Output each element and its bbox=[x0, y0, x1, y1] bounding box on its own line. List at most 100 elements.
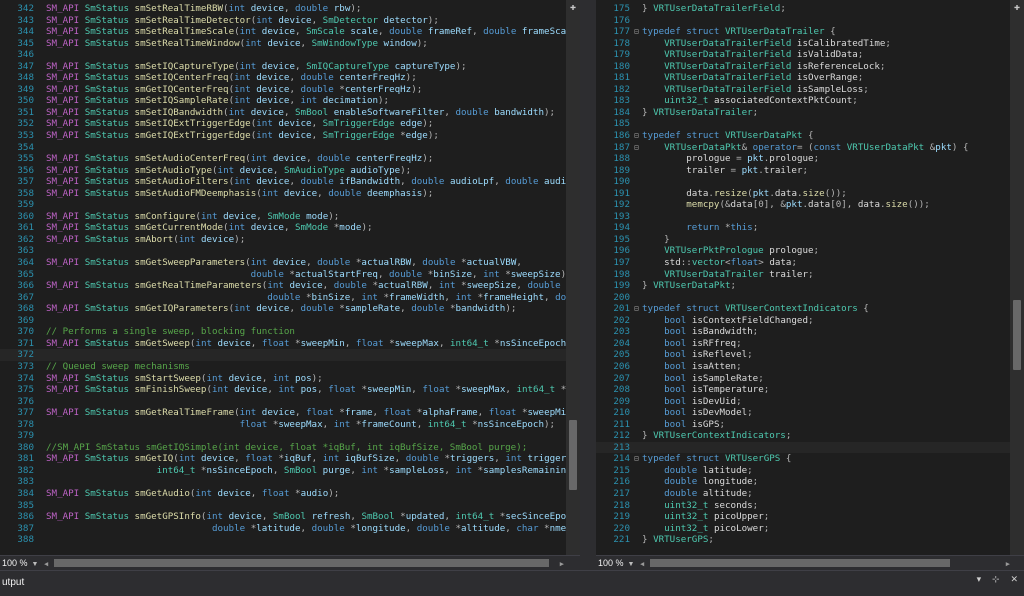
scroll-right-icon[interactable]: ▶ bbox=[560, 560, 564, 568]
left-code-line[interactable]: 382 int64_t *nsSinceEpoch, SmBool purge,… bbox=[0, 465, 580, 477]
left-hscroll-thumb[interactable] bbox=[54, 559, 549, 567]
left-code-line[interactable]: 355 SM_API SmStatus smSetAudioCenterFreq(… bbox=[0, 153, 566, 165]
left-code-line[interactable]: 344 SM_API SmStatus smSetRealTimeScale(in… bbox=[0, 26, 580, 38]
right-code-line[interactable]: 208 bool isTemperature; bbox=[596, 384, 1010, 396]
left-code-line[interactable]: 378 float *sweepMax, int *frameCount, in… bbox=[0, 419, 566, 431]
split-window-icon[interactable]: ✚ bbox=[1012, 3, 1022, 13]
left-vertical-scrollbar[interactable]: ✚ bbox=[566, 0, 580, 555]
editor-splitter[interactable] bbox=[580, 0, 596, 570]
scroll-left-icon[interactable]: ◀ bbox=[640, 560, 644, 568]
left-horizontal-scrollbar[interactable]: ◀ ▶ bbox=[44, 559, 564, 568]
right-code-line[interactable]: 216 double longitude; bbox=[596, 476, 1010, 488]
left-code-area[interactable]: 342 SM_API SmStatus smSetRealTimeRBW(int … bbox=[0, 3, 580, 546]
left-code-line[interactable]: 388 bbox=[0, 534, 566, 546]
left-code-line[interactable]: 350 SM_API SmStatus smSetIQSampleRate(int… bbox=[0, 95, 566, 107]
right-code-line[interactable]: 190 bbox=[596, 176, 1010, 188]
right-code-line[interactable]: 204 bool isRFfreq; bbox=[596, 338, 1010, 350]
right-code-line[interactable]: 192 memcpy(&data[0], &pkt.data[0], data.… bbox=[596, 199, 1010, 211]
right-code-line[interactable]: 207 bool isSampleRate; bbox=[596, 373, 1010, 385]
right-code-line[interactable]: 188 prologue = pkt.prologue; bbox=[596, 153, 1010, 165]
right-editor-pane[interactable]: 175} VRTUserDataTrailerField; 176 177 ⊟ type… bbox=[596, 0, 1024, 555]
collapse-icon[interactable]: ⊟ bbox=[634, 142, 642, 154]
right-code-line[interactable]: 197 std::vector<float> data; bbox=[596, 257, 1010, 269]
left-code-line[interactable]: 370 // Performs a single sweep, blocking … bbox=[0, 326, 566, 338]
left-code-line[interactable]: 379 bbox=[0, 430, 566, 442]
left-code-line[interactable]: 371 SM_API SmStatus smGetSweep(int device… bbox=[0, 338, 577, 350]
right-code-line[interactable]: 180 VRTUserDataTrailerField isReferenceL… bbox=[596, 61, 1010, 73]
right-code-line[interactable]: 179 VRTUserDataTrailerField isValidData; bbox=[596, 49, 1010, 61]
right-code-line[interactable]: 189 trailer = pkt.trailer; bbox=[596, 165, 1010, 177]
left-code-line[interactable]: 380 //SM_API SmStatus smGetIQSimple(int d… bbox=[0, 442, 566, 454]
left-code-line[interactable]: 362 SM_API SmStatus smAbort(int device); bbox=[0, 234, 566, 246]
left-code-line[interactable]: 367 double *binSize, int *frameWidth, in… bbox=[0, 292, 580, 304]
right-code-area[interactable]: 175} VRTUserDataTrailerField; 176 177 ⊟ type… bbox=[596, 3, 1010, 546]
right-code-line[interactable]: 211 bool isGPS; bbox=[596, 419, 1010, 431]
left-scroll-thumb[interactable] bbox=[569, 420, 577, 490]
left-code-line[interactable]: 381 SM_API SmStatus smGetIQ(int device, f… bbox=[0, 453, 580, 465]
right-code-line[interactable]: 183 uint32_t associatedContextPktCount; bbox=[596, 95, 1010, 107]
right-code-line[interactable]: 220 uint32_t picoLower; bbox=[596, 523, 1010, 535]
right-code-line[interactable]: 198 VRTUserDataTrailer trailer; bbox=[596, 269, 1010, 281]
left-code-line[interactable]: 368 SM_API SmStatus smGetIQParameters(int… bbox=[0, 303, 566, 315]
collapse-icon[interactable]: ⊟ bbox=[634, 130, 642, 142]
left-code-line[interactable]: 360 SM_API SmStatus smConfigure(int devic… bbox=[0, 211, 566, 223]
pin-icon[interactable]: ⊹ bbox=[992, 575, 1000, 585]
right-code-line[interactable]: 202 bool isContextFieldChanged; bbox=[596, 315, 1010, 327]
right-code-line[interactable]: 210 bool isDevModel; bbox=[596, 407, 1010, 419]
right-code-line[interactable]: 177 ⊟ typedef struct VRTUserDataTrailer { bbox=[596, 26, 1010, 38]
left-code-line[interactable]: 358 SM_API SmStatus smSetAudioFMDeemphasi… bbox=[0, 188, 566, 200]
left-code-line[interactable]: 357 SM_API SmStatus smSetAudioFilters(int… bbox=[0, 176, 580, 188]
right-code-line[interactable]: 203 bool isBandwidth; bbox=[596, 326, 1010, 338]
left-code-line[interactable]: 372 bbox=[0, 349, 566, 361]
left-code-line[interactable]: 365 double *actualStartFreq, double *bin… bbox=[0, 269, 571, 281]
left-zoom-dropdown[interactable]: 100 % ▼ bbox=[2, 557, 38, 569]
right-code-line[interactable]: 185 bbox=[596, 118, 1010, 130]
split-window-icon[interactable]: ✚ bbox=[568, 3, 578, 13]
left-code-line[interactable]: 373 // Queued sweep mechanisms bbox=[0, 361, 566, 373]
right-code-line[interactable]: 178 VRTUserDataTrailerField isCalibrated… bbox=[596, 38, 1010, 50]
right-code-line[interactable]: 217 double altitude; bbox=[596, 488, 1010, 500]
right-scroll-thumb[interactable] bbox=[1013, 300, 1021, 370]
right-code-line[interactable]: 194 return *this; bbox=[596, 222, 1010, 234]
right-code-line[interactable]: 199} VRTUserDataPkt; bbox=[596, 280, 1010, 292]
left-code-line[interactable]: 359 bbox=[0, 199, 566, 211]
left-code-line[interactable]: 351 SM_API SmStatus smSetIQBandwidth(int … bbox=[0, 107, 566, 119]
close-icon[interactable]: ✕ bbox=[1010, 575, 1018, 585]
left-code-line[interactable]: 374 SM_API SmStatus smStartSweep(int devi… bbox=[0, 373, 566, 385]
right-code-line[interactable]: 213 bbox=[596, 441, 1010, 454]
left-code-line[interactable]: 361 SM_API SmStatus smGetCurrentMode(int … bbox=[0, 222, 566, 234]
right-zoom-dropdown[interactable]: 100 % ▼ bbox=[598, 557, 634, 569]
right-code-line[interactable]: 182 VRTUserDataTrailerField isSampleLoss… bbox=[596, 84, 1010, 96]
left-code-line[interactable]: 364 SM_API SmStatus smGetSweepParameters(… bbox=[0, 257, 566, 269]
collapse-icon[interactable]: ⊟ bbox=[634, 453, 642, 465]
left-code-line[interactable]: 349 SM_API SmStatus smGetIQCenterFreq(int… bbox=[0, 84, 566, 96]
left-code-line[interactable]: 345 SM_API SmStatus smSetRealTimeWindow(i… bbox=[0, 38, 566, 50]
collapse-icon[interactable]: ⊟ bbox=[634, 26, 642, 38]
right-code-line[interactable]: 215 double latitude; bbox=[596, 465, 1010, 477]
left-code-line[interactable]: 375 SM_API SmStatus smFinishSweep(int dev… bbox=[0, 384, 580, 396]
left-code-line[interactable]: 387 double *latitude, double *longitude,… bbox=[0, 523, 577, 535]
left-code-line[interactable]: 385 bbox=[0, 500, 566, 512]
right-code-line[interactable]: 200 bbox=[596, 292, 1010, 304]
right-code-line[interactable]: 201 ⊟ typedef struct VRTUserContextIndicat… bbox=[596, 303, 1010, 315]
left-code-line[interactable]: 348 SM_API SmStatus smSetIQCenterFreq(int… bbox=[0, 72, 566, 84]
right-code-line[interactable]: 176 bbox=[596, 15, 1010, 27]
scroll-left-icon[interactable]: ◀ bbox=[44, 560, 48, 568]
left-code-line[interactable]: 342 SM_API SmStatus smSetRealTimeRBW(int … bbox=[0, 3, 566, 15]
right-code-line[interactable]: 184} VRTUserDataTrailer; bbox=[596, 107, 1010, 119]
right-code-line[interactable]: 187 ⊟ VRTUserDataPkt& operator= (const VR… bbox=[596, 142, 1010, 154]
right-vertical-scrollbar[interactable]: ✚ bbox=[1010, 0, 1024, 555]
right-code-line[interactable]: 175} VRTUserDataTrailerField; bbox=[596, 3, 1010, 15]
left-code-line[interactable]: 353 SM_API SmStatus smGetIQExtTriggerEdge… bbox=[0, 130, 566, 142]
right-horizontal-scrollbar[interactable]: ◀ ▶ bbox=[640, 559, 1010, 568]
right-code-line[interactable]: 218 uint32_t seconds; bbox=[596, 500, 1010, 512]
left-code-line[interactable]: 369 bbox=[0, 315, 566, 327]
left-code-line[interactable]: 347 SM_API SmStatus smSetIQCaptureType(in… bbox=[0, 61, 566, 73]
right-code-line[interactable]: 221} VRTUserGPS; bbox=[596, 534, 1010, 546]
left-code-line[interactable]: 376 bbox=[0, 396, 566, 408]
right-code-line[interactable]: 206 bool isaAtten; bbox=[596, 361, 1010, 373]
dropdown-icon[interactable]: ▾ bbox=[977, 575, 982, 585]
left-code-line[interactable]: 366 SM_API SmStatus smGetRealTimeParamete… bbox=[0, 280, 580, 292]
right-code-line[interactable]: 186 ⊟ typedef struct VRTUserDataPkt { bbox=[596, 130, 1010, 142]
scroll-right-icon[interactable]: ▶ bbox=[1006, 560, 1010, 568]
